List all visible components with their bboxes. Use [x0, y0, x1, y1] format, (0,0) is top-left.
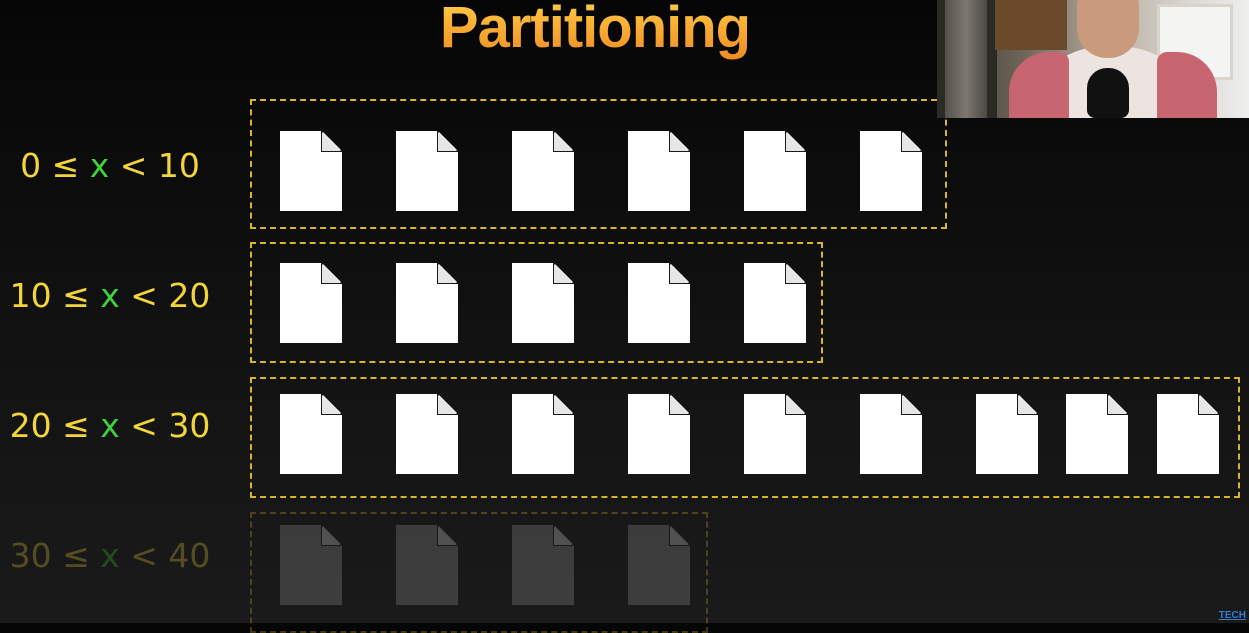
file-icon	[396, 263, 458, 343]
label-variable: x	[100, 406, 120, 445]
partition-label-10-20: 10 ≤ x < 20	[0, 276, 220, 315]
partition-label-0-10: 0 ≤ x < 10	[0, 146, 220, 185]
file-icon	[396, 131, 458, 211]
file-icon	[280, 525, 342, 605]
label-variable: x	[89, 146, 110, 185]
label-upper: < 30	[130, 406, 211, 445]
label-upper: < 10	[119, 146, 200, 185]
label-lower: 10 ≤	[9, 276, 90, 315]
file-icon	[628, 525, 690, 605]
file-icon	[512, 394, 574, 474]
file-icon	[744, 131, 806, 211]
label-lower: 30 ≤	[9, 536, 90, 575]
partition-label-20-30: 20 ≤ x < 30	[0, 406, 220, 445]
file-icon	[628, 263, 690, 343]
file-icon	[628, 394, 690, 474]
label-variable: x	[100, 276, 120, 315]
label-lower: 0 ≤	[20, 146, 80, 185]
partition-box-0-10	[250, 99, 947, 229]
file-icon	[512, 263, 574, 343]
file-icon	[396, 525, 458, 605]
label-upper: < 40	[130, 536, 211, 575]
file-icon	[628, 131, 690, 211]
label-lower: 20 ≤	[9, 406, 90, 445]
label-upper: < 20	[130, 276, 211, 315]
channel-watermark: TECH	[1218, 610, 1246, 621]
file-icon	[280, 263, 342, 343]
file-icon	[512, 525, 574, 605]
file-icon	[1157, 394, 1219, 474]
file-icon	[1066, 394, 1128, 474]
file-icon	[396, 394, 458, 474]
file-icon	[744, 394, 806, 474]
presenter-webcam	[937, 0, 1249, 118]
file-icon	[860, 131, 922, 211]
file-icon	[976, 394, 1038, 474]
file-icon	[860, 394, 922, 474]
partition-label-30-40: 30 ≤ x < 40	[0, 536, 220, 575]
file-icon	[280, 394, 342, 474]
file-icon	[744, 263, 806, 343]
label-variable: x	[100, 536, 120, 575]
file-icon	[280, 131, 342, 211]
file-icon	[512, 131, 574, 211]
